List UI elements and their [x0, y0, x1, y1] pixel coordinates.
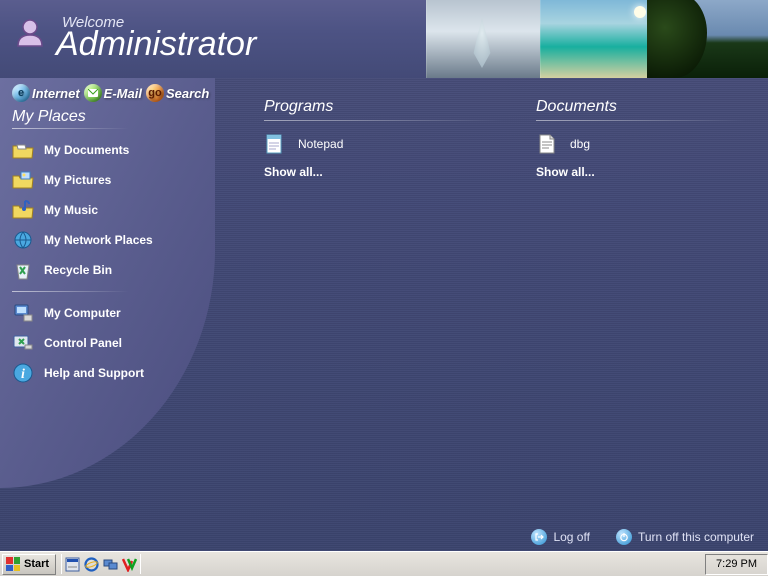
music-folder-icon [12, 199, 34, 221]
info-icon: i [12, 362, 34, 384]
place-label: My Computer [44, 306, 121, 320]
ie-icon[interactable] [84, 557, 99, 572]
network-icon [12, 229, 34, 251]
notepad-icon [264, 133, 286, 155]
programs-column: Programs Notepad Show all... [264, 98, 504, 179]
globe-icon: e [12, 84, 30, 102]
place-control-panel[interactable]: Control Panel [12, 328, 215, 358]
document-dbg[interactable]: dbg [536, 133, 746, 155]
program-notepad[interactable]: Notepad [264, 133, 504, 155]
place-label: Recycle Bin [44, 263, 112, 277]
search-icon: go [146, 84, 164, 102]
control-panel-icon [12, 332, 34, 354]
power-icon [616, 529, 632, 545]
place-label: Control Panel [44, 336, 122, 350]
place-recycle-bin[interactable]: Recycle Bin [12, 255, 215, 285]
v-icon[interactable] [122, 557, 137, 572]
quick-email-label: E-Mail [104, 86, 142, 101]
taskbar-divider [61, 554, 62, 574]
documents-column: Documents dbg Show all... [536, 98, 746, 179]
monitors-icon[interactable] [103, 557, 118, 572]
place-my-documents[interactable]: My Documents [12, 135, 215, 165]
user-avatar-icon [14, 16, 46, 48]
mail-icon [84, 84, 102, 102]
turnoff-label: Turn off this computer [638, 530, 754, 544]
documents-folder-icon [12, 139, 34, 161]
place-label: My Documents [44, 143, 129, 157]
quick-search[interactable]: go Search [146, 84, 209, 102]
documents-show-all[interactable]: Show all... [536, 165, 746, 179]
logoff-icon [531, 529, 547, 545]
documents-title: Documents [536, 98, 746, 116]
quick-search-label: Search [166, 86, 209, 101]
computer-icon [12, 302, 34, 324]
my-places-title: My Places [12, 108, 215, 126]
username-label: Administrator [56, 25, 256, 64]
show-desktop-icon[interactable] [65, 557, 80, 572]
left-panel: e Internet E-Mail go Search My Places My… [0, 78, 215, 488]
programs-show-all[interactable]: Show all... [264, 165, 504, 179]
file-icon [536, 133, 558, 155]
svg-text:i: i [21, 367, 25, 382]
place-label: My Pictures [44, 173, 111, 187]
divider [12, 128, 142, 129]
wallpaper-beach [540, 0, 654, 78]
taskbar: Start 7:29 PM [0, 551, 768, 576]
start-button[interactable]: Start [2, 554, 56, 575]
recycle-bin-icon [12, 259, 34, 281]
clock-text: 7:29 PM [716, 558, 757, 570]
quick-internet-label: Internet [32, 86, 80, 101]
program-label: Notepad [298, 137, 343, 151]
wallpaper-castle [654, 0, 768, 78]
place-my-pictures[interactable]: My Pictures [12, 165, 215, 195]
document-label: dbg [570, 137, 590, 151]
desktop: Welcome Administrator e Internet E-Mail … [0, 0, 768, 551]
place-label: Help and Support [44, 366, 144, 380]
divider [264, 120, 504, 121]
place-label: My Music [44, 203, 98, 217]
place-my-music[interactable]: My Music [12, 195, 215, 225]
quick-launch [65, 557, 137, 572]
place-network[interactable]: My Network Places [12, 225, 215, 255]
taskbar-divider [140, 554, 141, 574]
header: Welcome Administrator [0, 0, 768, 78]
wallpaper-winter [426, 0, 540, 78]
place-help[interactable]: i Help and Support [12, 358, 215, 388]
place-label: My Network Places [44, 233, 153, 247]
logoff-label: Log off [553, 530, 589, 544]
logoff-button[interactable]: Log off [531, 529, 589, 545]
divider [536, 120, 746, 121]
quick-internet[interactable]: e Internet [12, 84, 80, 102]
system-clock[interactable]: 7:29 PM [705, 554, 768, 575]
header-wallpapers [426, 0, 768, 78]
start-label: Start [24, 558, 49, 570]
place-my-computer[interactable]: My Computer [12, 298, 215, 328]
windows-logo-icon [6, 557, 20, 571]
programs-title: Programs [264, 98, 504, 116]
quick-email[interactable]: E-Mail [84, 84, 142, 102]
pictures-folder-icon [12, 169, 34, 191]
turnoff-button[interactable]: Turn off this computer [616, 529, 754, 545]
divider [12, 291, 142, 292]
footer-actions: Log off Turn off this computer [531, 529, 754, 545]
